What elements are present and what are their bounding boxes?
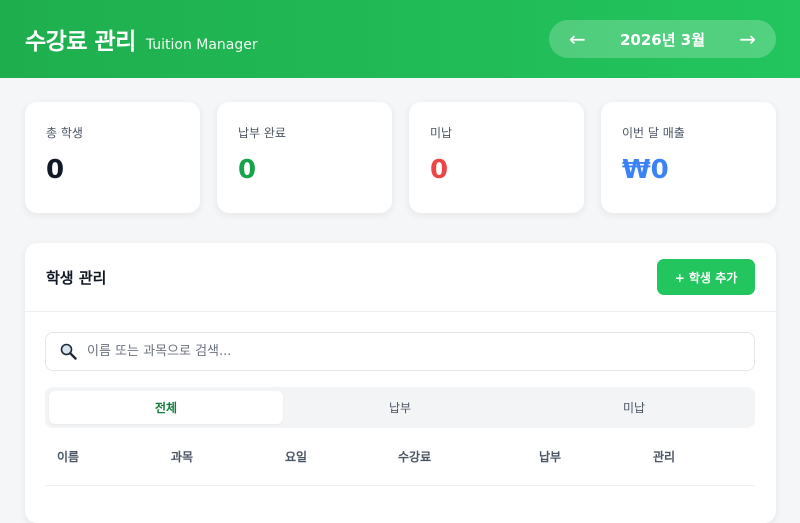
stat-label: 이번 달 매출 — [622, 126, 685, 140]
stat-label: 총 학생 — [46, 126, 83, 140]
stat-label: 미납 — [430, 126, 453, 140]
next-month-arrow-icon[interactable]: → — [739, 29, 756, 49]
tab-unpaid[interactable]: 미납 — [517, 391, 751, 424]
column-header-days: 요일 — [285, 450, 308, 464]
filter-tabs: 전체 납부 미납 — [45, 387, 755, 428]
stat-value: ₩0 — [622, 155, 669, 185]
stat-value: 0 — [238, 155, 257, 185]
table-header: 이름 과목 요일 수강료 납부 관리 — [45, 428, 755, 486]
stat-card-monthly-revenue: 이번 달 매출 ₩0 — [601, 102, 776, 213]
stat-value: 0 — [46, 155, 65, 185]
brand: 수강료 관리 Tuition Manager — [25, 22, 258, 56]
app-subtitle: Tuition Manager — [145, 37, 258, 53]
search-icon — [60, 343, 77, 360]
column-header-actions: 관리 — [653, 450, 676, 464]
stat-card-total-students: 총 학생 0 — [25, 102, 200, 213]
stat-card-unpaid: 미납 0 — [409, 102, 584, 213]
prev-month-arrow-icon[interactable]: ← — [569, 29, 586, 49]
panel-title: 학생 관리 — [46, 268, 107, 287]
stat-card-paid: 납부 완료 0 — [217, 102, 392, 213]
column-header-subject: 과목 — [171, 450, 194, 464]
stat-value: 0 — [430, 155, 449, 185]
stats-row: 총 학생 0 납부 완료 0 미납 0 이번 달 매출 ₩0 — [0, 78, 800, 213]
app-header: 수강료 관리 Tuition Manager ← 2026년 3월 → — [0, 0, 800, 78]
current-month-label: 2026년 3월 — [619, 30, 705, 49]
search-input[interactable] — [87, 344, 740, 359]
tab-paid[interactable]: 납부 — [283, 391, 517, 424]
panel-header: 학생 관리 + 학생 추가 — [25, 243, 776, 312]
search-box — [45, 332, 755, 371]
student-management-panel: 학생 관리 + 학생 추가 전체 납부 미납 이름 과목 요일 수강료 납부 관… — [25, 243, 776, 523]
stat-label: 납부 완료 — [238, 126, 286, 140]
column-header-name: 이름 — [57, 450, 80, 464]
column-header-fee: 수강료 — [398, 450, 432, 464]
month-navigator: ← 2026년 3월 → — [549, 20, 776, 58]
app-title: 수강료 관리 — [25, 29, 136, 55]
tab-all[interactable]: 전체 — [49, 391, 283, 424]
column-header-payment: 납부 — [539, 450, 562, 464]
add-student-button[interactable]: + 학생 추가 — [657, 259, 755, 295]
